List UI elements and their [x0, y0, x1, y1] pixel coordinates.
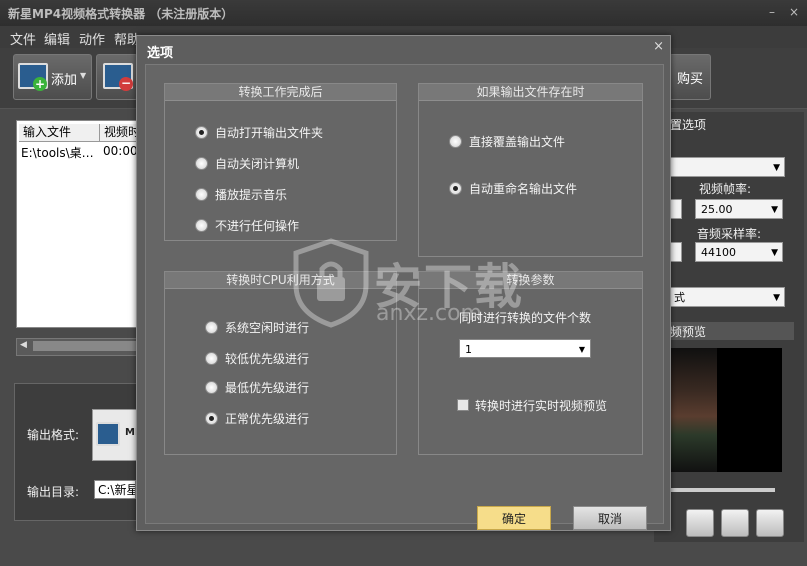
option-lower-priority[interactable]: 较低优先级进行 [225, 350, 309, 367]
add-label: 添加 [51, 73, 78, 88]
radio-lower-priority[interactable] [205, 352, 218, 365]
option-normal-priority[interactable]: 正常优先级进行 [225, 410, 309, 427]
preview-frame-image [665, 348, 717, 472]
preview-progress-bar[interactable] [665, 488, 775, 492]
chevron-down-icon: ▼ [773, 163, 780, 173]
option-shutdown[interactable]: 自动关闭计算机 [215, 155, 299, 172]
concurrent-files-value: 1 [465, 343, 472, 356]
group-on-complete-title: 转换工作完成后 [165, 84, 396, 101]
video-preview [665, 348, 782, 472]
horizontal-scrollbar[interactable]: ◀ [16, 338, 142, 356]
settings-section-title: 置选项 [670, 118, 707, 132]
watermark-subtext: anxz.com [376, 301, 482, 326]
radio-play-sound[interactable] [195, 188, 208, 201]
scroll-left-icon[interactable]: ◀ [20, 340, 27, 350]
output-format-label: 输出格式: [27, 428, 80, 442]
chevron-down-icon: ▼ [80, 71, 87, 80]
group-if-exists: 如果输出文件存在时 直接覆盖输出文件 自动重命名输出文件 [418, 83, 643, 257]
radio-shutdown[interactable] [195, 157, 208, 170]
close-icon[interactable]: × [653, 39, 664, 54]
preview-header: 频预览 [654, 322, 794, 340]
option-open-output-folder[interactable]: 自动打开输出文件夹 [215, 124, 323, 141]
option-auto-rename[interactable]: 自动重命名输出文件 [469, 180, 577, 197]
radio-open-output-folder[interactable] [195, 126, 208, 139]
realtime-preview-checkbox[interactable] [457, 399, 469, 411]
ok-button[interactable]: 确定 [477, 506, 551, 530]
option-play-sound[interactable]: 播放提示音乐 [215, 186, 287, 203]
output-format-box[interactable]: MI [92, 409, 139, 461]
radio-lowest-priority[interactable] [205, 381, 218, 394]
radio-auto-rename[interactable] [449, 182, 462, 195]
group-on-complete: 转换工作完成后 自动打开输出文件夹 自动关闭计算机 播放提示音乐 不进行任何操作 [164, 83, 397, 241]
audio-rate-select[interactable]: 44100 ▼ [695, 242, 783, 262]
add-button[interactable]: + 添加 ▼ [13, 54, 92, 100]
plus-icon: + [33, 77, 47, 91]
mode-select[interactable]: 式 ▼ [668, 287, 785, 307]
group-if-exists-title: 如果输出文件存在时 [419, 84, 642, 101]
menu-edit[interactable]: 编辑 [44, 29, 70, 48]
frame-rate-select[interactable]: 25.00 ▼ [695, 199, 783, 219]
menu-action[interactable]: 动作 [79, 29, 105, 48]
scroll-thumb[interactable] [33, 341, 137, 351]
concurrent-files-select[interactable]: 1 ▼ [459, 339, 591, 358]
volume-button[interactable] [686, 509, 714, 537]
radio-normal-priority[interactable] [205, 412, 218, 425]
realtime-preview-label[interactable]: 转换时进行实时视频预览 [475, 397, 607, 414]
dialog-title: 选项 [147, 46, 174, 61]
remove-button[interactable]: − [96, 54, 138, 100]
chevron-down-icon: ▼ [578, 345, 585, 354]
buy-label: 购买 [677, 72, 704, 87]
option-lowest-priority[interactable]: 最低优先级进行 [225, 379, 309, 396]
app-title: 新星MP4视频格式转换器 （未注册版本） [8, 7, 234, 21]
audio-rate-value: 44100 [701, 246, 736, 259]
profile-select[interactable]: ▼ [668, 157, 785, 177]
watermark: 安下载 anxz.com [290, 237, 522, 332]
minimize-button[interactable]: – [764, 4, 780, 20]
frame-rate-value: 25.00 [701, 203, 733, 216]
audio-rate-label: 音频采样率: [697, 227, 762, 241]
file-list[interactable]: 输入文件 视频时 E:\tools\桌… 00:00: [16, 120, 143, 328]
buy-button[interactable]: 购买 [669, 54, 711, 100]
chevron-down-icon: ▼ [771, 205, 778, 215]
film-icon [96, 422, 120, 446]
radio-overwrite[interactable] [449, 135, 462, 148]
output-dir-input[interactable]: C:\新星 [94, 480, 136, 499]
frame-rate-label: 视频帧率: [699, 182, 752, 196]
shield-icon [293, 238, 369, 328]
option-overwrite[interactable]: 直接覆盖输出文件 [469, 133, 565, 150]
cancel-button[interactable]: 取消 [573, 506, 647, 530]
preview-title: 频预览 [670, 325, 707, 339]
snapshot-button[interactable] [721, 509, 749, 537]
chevron-down-icon: ▼ [773, 293, 780, 303]
file-path-cell[interactable]: E:\tools\桌… [21, 144, 94, 161]
close-window-button[interactable]: × [786, 4, 802, 20]
option-do-nothing[interactable]: 不进行任何操作 [215, 217, 299, 234]
open-folder-button[interactable] [756, 509, 784, 537]
radio-idle[interactable] [205, 321, 218, 334]
minus-icon: − [119, 76, 133, 91]
chevron-down-icon: ▼ [771, 248, 778, 258]
mode-value: 式 [674, 291, 685, 304]
radio-do-nothing[interactable] [195, 219, 208, 232]
output-dir-label: 输出目录: [27, 485, 80, 499]
column-header-input-file[interactable]: 输入文件 [19, 124, 100, 142]
menu-file[interactable]: 文件 [10, 29, 36, 48]
